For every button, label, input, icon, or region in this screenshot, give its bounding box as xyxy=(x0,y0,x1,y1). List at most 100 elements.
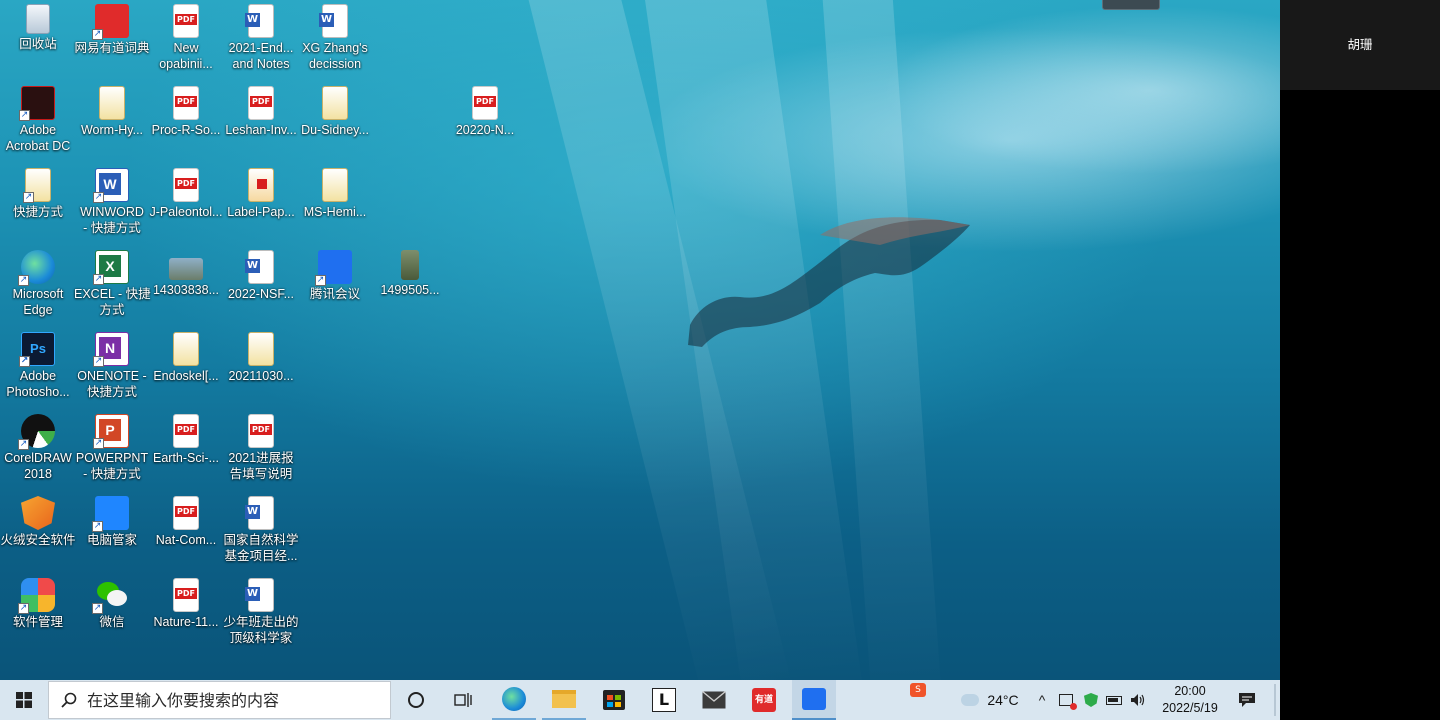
desktop-icon-huorong[interactable]: 火绒安全软件 xyxy=(0,496,76,548)
desktop-icon-pdf-new[interactable]: New opabinii... xyxy=(148,4,224,72)
desktop-icon-label: 网易有道词典 xyxy=(74,41,150,55)
desktop-icon-coreldraw[interactable]: ↗ CorelDRAW 2018 xyxy=(0,414,76,482)
desktop-icon-label: 国家自然科学 xyxy=(223,533,299,547)
pdf-file-icon xyxy=(173,4,199,38)
diver-silhouette xyxy=(688,217,970,347)
desktop-icon-label: EXCEL - 快捷 xyxy=(74,287,151,301)
desktop-icon-label: Nat-Com... xyxy=(155,533,217,547)
desktop-icon-mshemi[interactable]: MS-Hemi... xyxy=(297,168,373,220)
desktop-icon-pdf-20220[interactable]: 20220-N... xyxy=(447,86,523,138)
desktop-icon-kuaijie[interactable]: ↗ 快捷方式 xyxy=(0,168,76,220)
taskbar-store[interactable] xyxy=(592,680,636,720)
tray-volume[interactable] xyxy=(1128,680,1148,720)
taskbar: L 有道 S 24°C ^ xyxy=(0,680,1280,720)
acrobat-icon: ↗ xyxy=(19,86,55,121)
desktop-icon-label: MS-Hemi... xyxy=(303,205,367,219)
desktop-icon-winword[interactable]: W ↗ WINWORD - 快捷方式 xyxy=(74,168,150,236)
desktop-icon-label: Endoskel[... xyxy=(153,369,219,383)
taskbar-edge[interactable] xyxy=(492,680,536,720)
task-view-button[interactable] xyxy=(443,680,483,720)
desktop-icon-label: 14303838... xyxy=(152,283,220,297)
desktop-icon-wechat[interactable]: ↗ 微信 xyxy=(74,578,150,630)
desktop-icon-edge[interactable]: ↗ Microsoft Edge xyxy=(0,250,76,318)
desktop-icon-powerpnt[interactable]: P ↗ POWERPNT - 快捷方式 xyxy=(74,414,150,482)
cortana-circle-icon xyxy=(408,692,424,708)
desktop-icon-doc-2021[interactable]: 2021-End... and Notes xyxy=(223,4,299,72)
notification-icon xyxy=(1239,693,1255,707)
desktop-icon-tencent-meeting[interactable]: ↗ 腾讯会议 xyxy=(297,250,373,302)
taskbar-file-explorer[interactable] xyxy=(542,680,586,720)
desktop-icon-label: 方式 xyxy=(99,303,125,317)
desktop-icon-img1430[interactable]: 14303838... xyxy=(148,250,224,298)
desktop-icon-du[interactable]: Du-Sidney... xyxy=(297,86,373,138)
show-desktop-button[interactable] xyxy=(1274,684,1276,716)
sogou-ime-icon[interactable]: S xyxy=(910,683,926,697)
desktop-icon-endoskel[interactable]: Endoskel[... xyxy=(148,332,224,384)
desktop-icon-onenote[interactable]: N ↗ ONENOTE - 快捷方式 xyxy=(74,332,150,400)
desktop-icon-pcmanager[interactable]: ↗ 电脑管家 xyxy=(74,496,150,548)
desktop-icon-label: 2022-NSF... xyxy=(227,287,294,301)
tray-security[interactable] xyxy=(1081,680,1101,720)
search-icon xyxy=(61,692,77,708)
desktop-icon-20211030[interactable]: 20211030... xyxy=(223,332,299,384)
desktop-icon-doc-xg[interactable]: XG Zhang's decission xyxy=(297,4,373,72)
minimized-window-tab[interactable] xyxy=(1102,0,1160,10)
taskbar-youdao[interactable]: 有道 xyxy=(742,680,786,720)
taskbar-l-app[interactable]: L xyxy=(642,680,686,720)
desktop-icon-label: - 快捷方式 xyxy=(83,221,141,235)
desktop-icon-recycle-bin[interactable]: 回收站 xyxy=(0,4,76,52)
word-document-icon xyxy=(245,250,274,284)
desktop-icon-worm[interactable]: Worm-Hy... xyxy=(74,86,150,138)
taskbar-search-box[interactable] xyxy=(48,681,391,719)
participant-name[interactable]: 胡珊 xyxy=(1280,0,1440,90)
desktop-icon-label: POWERPNT xyxy=(75,451,149,465)
edge-browser-icon: ↗ xyxy=(18,250,55,286)
desktop-icon-natcom[interactable]: Nat-Com... xyxy=(148,496,224,548)
chevron-up-icon: ^ xyxy=(1038,692,1046,708)
desktop-icon-label: New xyxy=(173,41,199,55)
compressed-file-icon xyxy=(248,332,274,366)
desktop-icon-nature11[interactable]: Nature-11... xyxy=(148,578,224,630)
mail-envelope-icon xyxy=(702,691,726,709)
desktop-icon-label: Earth-Sci-... xyxy=(153,451,219,465)
desktop-icon-softmgr[interactable]: ↗ 软件管理 xyxy=(0,578,76,630)
store-logo-icon xyxy=(607,695,613,700)
desktop-icon-acrobat[interactable]: ↗ Adobe Acrobat DC xyxy=(0,86,76,154)
folder-icon xyxy=(552,690,576,708)
search-input[interactable] xyxy=(87,690,377,710)
desktop-icon-photoshop[interactable]: Ps ↗ Adobe Photosho... xyxy=(0,332,76,400)
show-hidden-icons-button[interactable]: ^ xyxy=(1033,680,1051,720)
start-button[interactable] xyxy=(0,680,48,720)
tray-battery[interactable] xyxy=(1104,680,1124,720)
action-center-button[interactable] xyxy=(1232,680,1262,720)
desktop-icon-leshan[interactable]: Leshan-Inv... xyxy=(223,86,299,138)
desktop-icon-label: Worm-Hy... xyxy=(80,123,144,137)
taskbar-clock[interactable]: 20:00 2022/5/19 xyxy=(1152,683,1228,717)
desktop-icon-label: 告填写说明 xyxy=(229,467,293,481)
desktop-icon-img1499[interactable]: 1499505... xyxy=(372,250,448,298)
desktop-icon-label: Acrobat DC xyxy=(5,139,71,153)
desktop-icon-youdao[interactable]: ↗ 网易有道词典 xyxy=(74,4,150,56)
desktop-icon-labelpap[interactable]: Label-Pap... xyxy=(223,168,299,220)
desktop-icon-jpaleo[interactable]: J-Paleontol... xyxy=(148,168,224,220)
weather-widget[interactable]: 24°C xyxy=(954,680,1026,720)
desktop-icon-progress2021[interactable]: 2021进展报 告填写说明 xyxy=(223,414,299,482)
desktop-icon-nsf[interactable]: 2022-NSF... xyxy=(223,250,299,302)
store-logo-icon xyxy=(607,702,613,707)
desktop-icon-youth[interactable]: 少年班走出的 顶级科学家 xyxy=(223,578,299,646)
desktop-icon-label: Photosho... xyxy=(6,385,70,399)
desktop-icon-label: Label-Pap... xyxy=(227,205,295,219)
desktop-icon-earthsci[interactable]: Earth-Sci-... xyxy=(148,414,224,466)
cortana-button[interactable] xyxy=(396,680,436,720)
desktop-icon-proc[interactable]: Proc-R-So... xyxy=(148,86,224,138)
tray-network-monitor[interactable] xyxy=(1056,680,1077,720)
taskbar-tencent-meeting[interactable] xyxy=(792,680,836,720)
taskbar-mail[interactable] xyxy=(692,680,736,720)
compressed-file-icon xyxy=(248,168,274,202)
desktop-icon-label: 快捷方式 xyxy=(86,385,137,399)
desktop-icon-excel[interactable]: X ↗ EXCEL - 快捷 方式 xyxy=(74,250,151,318)
desktop-icon-label: 电脑管家 xyxy=(86,533,137,547)
desktop-icon-label: Leshan-Inv... xyxy=(225,123,297,137)
desktop-icon-nsfc[interactable]: 国家自然科学 基金项目经... xyxy=(223,496,299,564)
desktop-icon-label: 1499505... xyxy=(380,283,440,297)
